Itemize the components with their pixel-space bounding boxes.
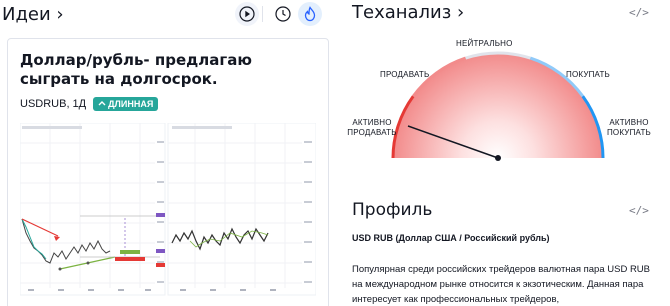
popular-ideas-button[interactable] — [298, 2, 322, 26]
profile-description: Популярная среди российских трейдеров ва… — [352, 264, 651, 305]
profile-subtitle: USD RUB (Доллар США / Российский рубль) — [352, 233, 550, 243]
technical-gauge — [391, 51, 605, 161]
idea-meta: USDRUB, 1Д ДЛИННАЯ — [20, 97, 159, 111]
gauge-label-buy: ПОКУПАТЬ — [566, 70, 611, 79]
gauge-label-neutral: НЕЙТРАЛЬНО — [456, 39, 513, 48]
recent-ideas-button[interactable] — [271, 2, 295, 26]
long-badge-label: ДЛИННАЯ — [108, 99, 154, 109]
ideas-title[interactable]: Идеи › — [2, 4, 64, 25]
idea-card[interactable]: Доллар/рубль- предлагаю сыграть на долго… — [7, 38, 329, 306]
ideas-header: Идеи › — [0, 0, 335, 30]
profile-title: Профиль — [352, 200, 433, 220]
arrow-up-icon — [98, 101, 106, 106]
flame-icon — [304, 6, 316, 22]
code-icon[interactable]: </> — [629, 204, 649, 217]
play-button[interactable] — [235, 2, 259, 26]
gauge-label-sell: ПРОДАВАТЬ — [380, 70, 430, 79]
gauge-label-strong-sell: АКТИВНО ПРОДАВАТЬ — [347, 118, 397, 137]
play-icon — [239, 6, 255, 22]
clock-icon — [275, 6, 291, 22]
code-icon[interactable]: </> — [629, 6, 649, 19]
idea-chart-thumbnail[interactable] — [20, 123, 316, 303]
gauge-pivot — [495, 155, 501, 161]
long-badge: ДЛИННАЯ — [93, 97, 159, 111]
idea-symbol[interactable]: USDRUB, 1Д — [20, 98, 86, 110]
header-divider — [262, 6, 263, 22]
technical-analysis-title[interactable]: Теханализ › — [352, 2, 464, 23]
gauge-label-strong-buy: АКТИВНО ПОКУПАТЬ — [606, 118, 651, 137]
idea-title[interactable]: Доллар/рубль- предлагаю сыграть на долго… — [20, 51, 320, 89]
